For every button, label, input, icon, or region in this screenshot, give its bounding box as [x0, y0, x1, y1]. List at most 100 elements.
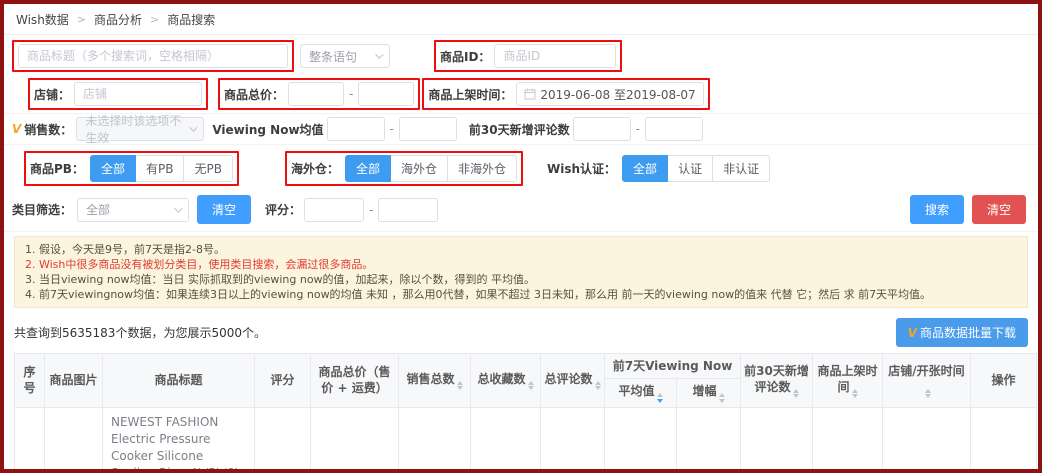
verify-yes-button[interactable]: 认证 — [668, 155, 713, 182]
category-filter-label: 类目筛选： — [12, 201, 72, 218]
result-count-text: 共查询到5635183个数据，为您展示5000个。 — [14, 324, 266, 341]
header-new-comments-sort[interactable]: 前30天新增评论数 — [741, 354, 813, 408]
rating-max-input[interactable] — [378, 198, 438, 222]
new-comments-30d-label: 前30天新增评论数 — [469, 121, 570, 138]
product-title-input[interactable] — [18, 44, 288, 68]
sort-icon-active — [657, 393, 663, 403]
new-comments-max-input[interactable] — [645, 117, 703, 141]
viewing-now-max-input[interactable] — [399, 117, 457, 141]
pb-all-button[interactable]: 全部 — [90, 155, 136, 182]
product-pb-highlight-box: 商品PB： 全部 有PB 无PB — [24, 151, 239, 186]
pb-yes-button[interactable]: 有PB — [136, 155, 184, 182]
chevron-down-icon — [189, 123, 197, 131]
product-id-input[interactable] — [494, 44, 616, 68]
header-rating: 评分 — [255, 354, 311, 408]
shop-label: 店铺： — [34, 86, 70, 103]
verify-no-button[interactable]: 非认证 — [713, 155, 770, 182]
header-sales-sort[interactable]: 销售总数 — [399, 354, 471, 408]
sort-icon — [852, 389, 858, 399]
results-table: 序号 商品图片 商品标题 评分 商品总价（售价 + 运费） 销售总数 总收藏数 … — [14, 353, 1037, 473]
cell-shop: yiwumingjikeji 2016-10-18 — [883, 407, 971, 473]
breadcrumb: Wish数据 > 商品分析 > 商品搜索 — [4, 4, 1038, 35]
header-ops: 操作 — [971, 354, 1037, 408]
total-price-label: 商品总价： — [224, 86, 284, 103]
viewing-now-avg-label: Viewing Now均值 — [212, 121, 323, 138]
product-pb-label: 商品PB： — [30, 160, 84, 177]
header-price: 商品总价（售价 + 运费） — [311, 354, 399, 408]
category-clear-button[interactable]: 清空 — [197, 195, 251, 224]
verify-all-button[interactable]: 全部 — [622, 155, 668, 182]
viewing-now-min-input[interactable] — [327, 117, 385, 141]
sort-icon — [457, 381, 463, 391]
clear-button[interactable]: 清空 — [972, 195, 1026, 224]
rating-min-input[interactable] — [304, 198, 364, 222]
overseas-yes-button[interactable]: 海外仓 — [391, 155, 448, 182]
overseas-label: 海外仓： — [291, 160, 339, 177]
product-title-text: NEWEST FASHION Electric Pressure Cooker … — [111, 414, 246, 473]
notice-panel: 1. 假设，今天是9号，前7天是指2-8号。 2. Wish中很多商品没有被划分… — [14, 236, 1028, 308]
header-comments-sort[interactable]: 总评论数 — [541, 354, 605, 408]
range-dash: - — [349, 87, 353, 101]
new-comments-min-input[interactable] — [573, 117, 631, 141]
cell-favorites: 1000 — [471, 407, 541, 473]
overseas-toggle-group: 全部 海外仓 非海外仓 — [345, 155, 517, 182]
overseas-no-button[interactable]: 非海外仓 — [448, 155, 517, 182]
notice-line-3: 3. 当日viewing now均值：当日 实际抓取到的viewing now的… — [25, 272, 1017, 287]
vip-icon: V — [12, 122, 21, 136]
header-favorites-sort[interactable]: 总收藏数 — [471, 354, 541, 408]
total-price-max-input[interactable] — [358, 82, 414, 106]
pb-no-button[interactable]: 无PB — [184, 155, 232, 182]
form-row-1: 整条语句 商品ID： — [4, 35, 1038, 75]
form-row-2: 店铺： 商品总价： - 商品上架时间： 2019-06-08 至2019-08-… — [4, 75, 1038, 114]
cell-listed-time: 2019-07-09 — [813, 407, 883, 473]
listing-time-date-input[interactable]: 2019-06-08 至2019-08-07 — [516, 82, 703, 106]
sort-icon — [528, 381, 534, 391]
listing-time-highlight-box: 商品上架时间： 2019-06-08 至2019-08-07 — [422, 78, 709, 110]
cell-image[interactable]: 5L/6L 4L — [45, 407, 103, 473]
sort-icon — [793, 389, 799, 399]
category-select[interactable]: 全部 — [77, 198, 189, 222]
summary-bar: 共查询到5635183个数据，为您展示5000个。 V 商品数据批量下载 — [4, 314, 1038, 353]
breadcrumb-product-search: 商品搜索 — [167, 11, 215, 28]
vip-icon: V — [908, 326, 917, 340]
header-viewing-avg-sort[interactable]: 平均值 — [605, 379, 677, 408]
rating-label: 评分： — [265, 201, 301, 218]
total-price-min-input[interactable] — [288, 82, 344, 106]
header-seq: 序号 — [15, 354, 45, 408]
product-id-label: 商品ID： — [440, 48, 490, 65]
cell-viewing-avg: 102.52 — [605, 407, 677, 473]
batch-download-button[interactable]: V 商品数据批量下载 — [896, 318, 1028, 347]
cell-new-comments: 4 — [741, 407, 813, 473]
header-viewing-now-group: 前7天Viewing Now — [605, 354, 741, 379]
breadcrumb-wish-data[interactable]: Wish数据 — [16, 11, 69, 28]
sort-icon — [595, 381, 601, 391]
match-type-select[interactable]: 整条语句 — [300, 44, 390, 68]
cell-seq: 1 — [15, 407, 45, 473]
sales-count-select[interactable]: 未选择时该选项不生效 — [76, 117, 204, 141]
search-button[interactable]: 搜索 — [910, 195, 964, 224]
app-window: Wish数据 > 商品分析 > 商品搜索 整条语句 商品ID： 店铺： 商品总价… — [0, 0, 1042, 473]
overseas-all-button[interactable]: 全部 — [345, 155, 391, 182]
header-image: 商品图片 — [45, 354, 103, 408]
header-shop-time-sort[interactable]: 店铺/开张时间 — [883, 354, 971, 408]
header-title: 商品标题 — [103, 354, 255, 408]
notice-line-1: 1. 假设，今天是9号，前7天是指2-8号。 — [25, 242, 1017, 257]
cell-sales: 5000+ — [399, 407, 471, 473]
cell-title: NEWEST FASHION Electric Pressure Cooker … — [103, 407, 255, 473]
header-viewing-growth-sort[interactable]: 增幅 — [677, 379, 741, 408]
range-dash: - — [390, 122, 394, 136]
cell-rating: 2 — [255, 407, 311, 473]
cell-viewing-growth: 316% — [677, 407, 741, 473]
form-row-3: V 销售数： 未选择时该选项不生效 Viewing Now均值 - 前30天新增… — [4, 114, 1038, 145]
shop-input[interactable] — [74, 82, 202, 106]
notice-line-4: 4. 前7天viewingnow均值：如果连续3日以上的viewing now的… — [25, 287, 1017, 302]
breadcrumb-product-analysis[interactable]: 商品分析 — [94, 11, 142, 28]
header-listed-time-sort[interactable]: 商品上架时间 — [813, 354, 883, 408]
wish-verify-label: Wish认证： — [547, 160, 616, 177]
wish-verify-toggle-group: 全部 认证 非认证 — [622, 155, 770, 182]
calendar-icon — [524, 88, 536, 100]
cell-comments: 4 — [541, 407, 605, 473]
range-dash: - — [369, 203, 373, 217]
cell-price: 5(4+1) — [311, 407, 399, 473]
chevron-down-icon — [174, 204, 182, 212]
